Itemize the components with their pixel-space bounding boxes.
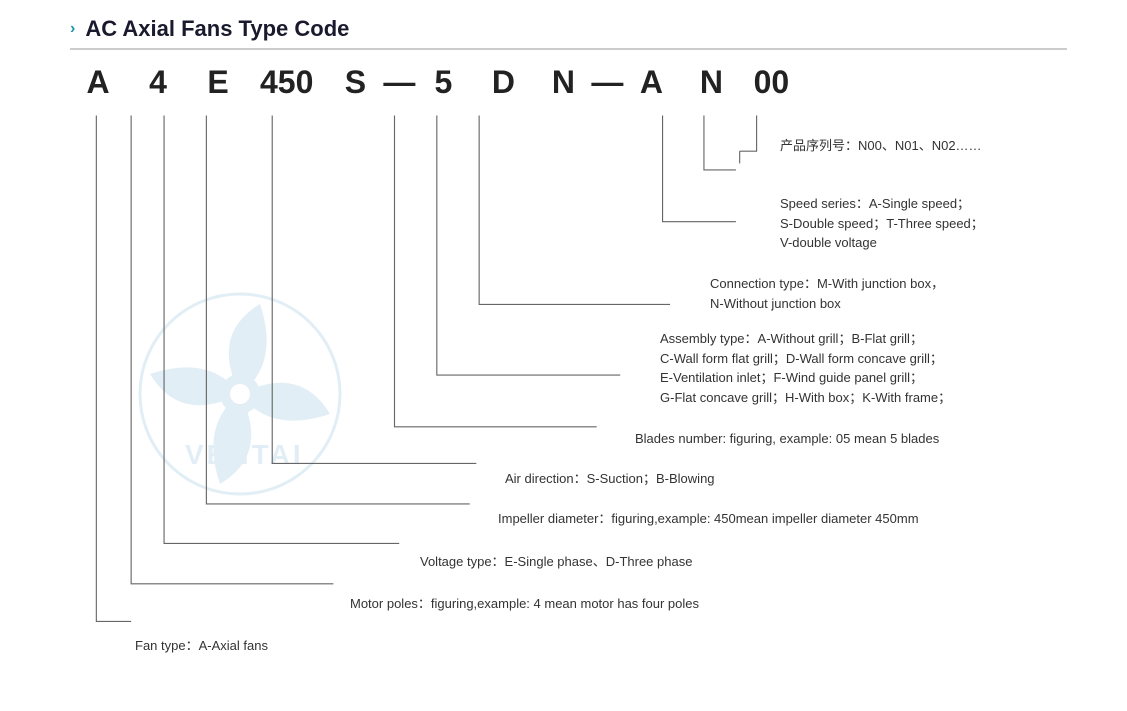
code-a: A — [80, 64, 116, 101]
code-e: E — [200, 64, 236, 101]
type-code-row: A 4 E 450 S — 5 D N — A N 00 — [80, 64, 789, 101]
code-4: 4 — [140, 64, 176, 101]
label-product-series: 产品序列号：N00、N01、N02…… — [780, 136, 982, 156]
title-divider — [70, 48, 1067, 50]
title-chevron-icon: › — [70, 20, 75, 38]
code-450: 450 — [260, 64, 313, 101]
watermark: VENTAI — [130, 284, 350, 509]
label-speed-series: Speed series：A-Single speed； S-Double sp… — [780, 194, 984, 253]
label-motor-poles: Motor poles：figuring,example: 4 mean mot… — [350, 594, 699, 614]
code-00: 00 — [753, 64, 789, 101]
page-title: AC Axial Fans Type Code — [85, 16, 349, 42]
code-s: S — [337, 64, 373, 101]
code-dash1: — — [383, 64, 415, 101]
code-dash2: — — [591, 64, 623, 101]
code-d: D — [485, 64, 521, 101]
code-n2: N — [693, 64, 729, 101]
code-n: N — [545, 64, 581, 101]
svg-text:VENTAI: VENTAI — [185, 439, 304, 470]
label-voltage-type: Voltage type：E-Single phase、D-Three phas… — [420, 552, 692, 572]
label-assembly-type: Assembly type：A-Without grill；B-Flat gri… — [660, 329, 951, 407]
code-5: 5 — [425, 64, 461, 101]
label-blades-number: Blades number: figuring, example: 05 mea… — [635, 429, 939, 449]
code-a2: A — [633, 64, 669, 101]
label-air-direction: Air direction：S-Suction；B-Blowing — [505, 469, 715, 489]
diagram-area: A 4 E 450 S — 5 D N — A N 00 — [70, 64, 1067, 624]
label-fan-type: Fan type：A-Axial fans — [135, 636, 268, 656]
label-impeller-diameter: Impeller diameter：figuring,example: 450m… — [498, 509, 919, 529]
title-section: › AC Axial Fans Type Code — [70, 16, 1067, 42]
label-connection-type: Connection type：M-With junction box， N-W… — [710, 274, 944, 313]
